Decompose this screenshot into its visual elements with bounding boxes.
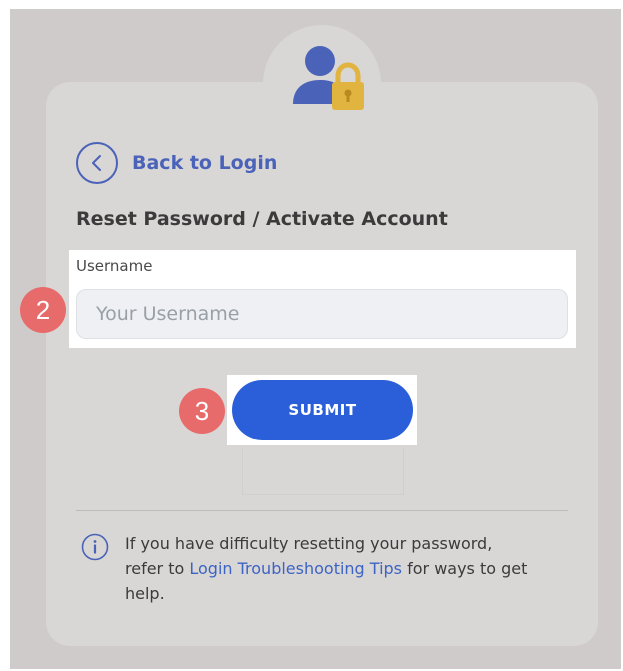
info-icon xyxy=(81,533,109,561)
divider xyxy=(76,510,568,511)
troubleshooting-tips-link[interactable]: Login Troubleshooting Tips xyxy=(189,559,402,578)
username-label: Username xyxy=(76,257,153,275)
back-to-login-label[interactable]: Back to Login xyxy=(132,152,277,174)
submit-button[interactable]: SUBMIT xyxy=(232,380,413,440)
help-notice: If you have difficulty resetting your pa… xyxy=(125,531,535,606)
empty-placeholder-area xyxy=(242,447,404,495)
back-button[interactable] xyxy=(76,142,118,184)
user-lock-icon xyxy=(293,46,364,110)
step-badge-submit: 3 xyxy=(179,388,225,434)
back-to-login-link[interactable]: Back to Login xyxy=(76,142,277,184)
username-input[interactable] xyxy=(76,289,568,339)
step-badge-username: 2 xyxy=(20,287,66,333)
chevron-left-icon xyxy=(92,155,101,171)
page-title: Reset Password / Activate Account xyxy=(76,208,448,230)
